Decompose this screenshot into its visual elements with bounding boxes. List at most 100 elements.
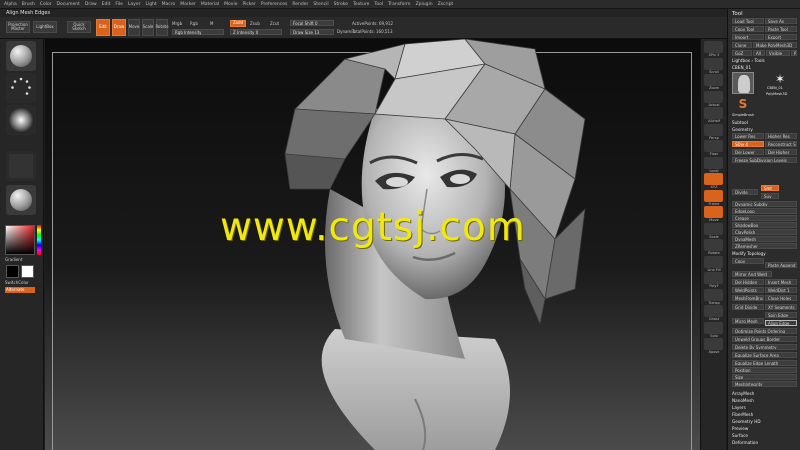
copy-button[interactable]: Copy xyxy=(732,258,764,264)
tool-thumb-bust[interactable] xyxy=(732,72,754,94)
del-higher-button[interactable]: Del Higher xyxy=(765,149,797,155)
deformation-header[interactable]: Deformation xyxy=(732,440,758,445)
menu-item-movie[interactable]: Movie xyxy=(224,2,237,7)
equalize-edge-button[interactable]: Equalize Edge Length xyxy=(732,360,797,366)
reconstruct-subdiv-button[interactable]: Reconstruct Subdiv xyxy=(765,141,797,147)
lightbox-tools-link[interactable]: Lightbox › Tools xyxy=(732,58,765,63)
del-hidden-button[interactable]: Del Hidden xyxy=(732,279,764,285)
menu-item-stroke[interactable]: Stroke xyxy=(334,2,348,7)
menu-item-edit[interactable]: Edit xyxy=(102,2,111,7)
menu-item-document[interactable]: Document xyxy=(57,2,80,7)
xy-segments-slider[interactable]: XY Segments xyxy=(765,304,797,310)
del-lower-button[interactable]: Del Lower xyxy=(732,149,764,155)
secondary-color-swatch[interactable] xyxy=(21,265,34,278)
menu-item-draw[interactable]: Draw xyxy=(85,2,97,7)
menu-item-stencil[interactable]: Stencil xyxy=(313,2,328,7)
quick-sketch-button[interactable]: Quick Sketch xyxy=(67,21,91,33)
delete-by-symmetry-button[interactable]: Delete By Symmetry xyxy=(732,344,797,350)
simplebrush-s-icon[interactable]: S xyxy=(736,97,750,111)
fibermesh-header[interactable]: FiberMesh xyxy=(732,412,753,417)
spin-edge-button[interactable]: Spin Edge xyxy=(765,312,797,318)
menu-item-macro[interactable]: Macro xyxy=(162,2,176,7)
crease-header[interactable]: Crease xyxy=(732,215,797,221)
shelf-button-line-fill[interactable] xyxy=(704,255,723,268)
menu-item-material[interactable]: Material xyxy=(201,2,219,7)
draw-size-slider[interactable]: Draw Size 13 xyxy=(290,29,334,35)
insert-mesh-button[interactable]: Insert Mesh xyxy=(765,279,797,285)
preview-header[interactable]: Preview xyxy=(732,426,748,431)
zsub-button[interactable]: Zsub xyxy=(250,21,260,26)
shelf-button-move[interactable] xyxy=(704,206,723,218)
m-toggle[interactable]: M xyxy=(210,21,213,26)
nanomesh-header[interactable]: NanoMesh xyxy=(732,398,754,403)
dynamic-subdiv-header[interactable]: Dynamic Subdiv xyxy=(732,201,797,207)
paste-append-button[interactable]: Paste Append xyxy=(765,262,797,268)
shelf-button-xyz[interactable] xyxy=(704,173,723,185)
higher-res-button[interactable]: Higher Res xyxy=(765,133,797,139)
stroke-slot[interactable] xyxy=(6,73,36,103)
position-header[interactable]: Position xyxy=(732,367,797,373)
menu-item-layer[interactable]: Layer xyxy=(128,2,141,7)
shelf-button-solo[interactable] xyxy=(704,321,723,334)
shelf-button-polyf[interactable] xyxy=(704,272,723,284)
scale-button[interactable]: Scale xyxy=(142,19,154,36)
geometry-hd-header[interactable]: Geometry HD xyxy=(732,419,761,424)
menu-item-alpha[interactable]: Alpha xyxy=(4,2,17,7)
shelf-button-scroll[interactable] xyxy=(704,57,723,70)
suv-toggle[interactable]: Suv xyxy=(761,193,779,199)
shelf-button-aahalf[interactable] xyxy=(704,107,723,119)
alpha-slot[interactable] xyxy=(6,105,36,135)
edgeloop-header[interactable]: EdgeLoop xyxy=(732,208,797,214)
size-header[interactable]: Size xyxy=(732,374,797,380)
visible-button[interactable]: Visible xyxy=(766,50,790,56)
meshintegrity-header[interactable]: MeshIntegrity xyxy=(732,381,797,387)
mirror-weld-button[interactable]: Mirror And Weld xyxy=(732,271,772,277)
polymesh-star-icon[interactable]: ✶ xyxy=(772,72,788,86)
color-picker[interactable] xyxy=(5,225,35,255)
weldpoints-button[interactable]: WeldPoints xyxy=(732,287,764,293)
menu-item-preferences[interactable]: Preferences xyxy=(261,2,287,7)
load-tool-button[interactable]: Load Tool xyxy=(732,18,764,24)
export-button[interactable]: Export xyxy=(765,34,797,40)
arraymesh-header[interactable]: ArrayMesh xyxy=(732,391,754,396)
gradient-toggle[interactable]: Gradient xyxy=(5,257,22,262)
all-button[interactable]: All xyxy=(753,50,765,56)
unweld-groups-button[interactable]: Unweld Groups Border xyxy=(732,336,797,342)
projection-master-button[interactable]: Projection Master xyxy=(6,21,30,33)
claypolish-header[interactable]: ClayPolish xyxy=(732,229,797,235)
goz-button[interactable]: GoZ xyxy=(732,50,752,56)
shelf-button-frame[interactable] xyxy=(704,189,723,202)
rgb-intensity-slider[interactable]: Rgb Intensity xyxy=(172,29,224,35)
menu-item-light[interactable]: Light xyxy=(145,2,156,7)
micro-mesh-button[interactable]: Micro Mesh xyxy=(732,318,764,324)
shelf-button-local[interactable] xyxy=(704,156,723,169)
menu-item-file[interactable]: File xyxy=(115,2,123,7)
menu-item-tool[interactable]: Tool xyxy=(374,2,383,7)
shelf-button-rotate[interactable] xyxy=(704,239,723,251)
texture-slot[interactable] xyxy=(6,151,36,181)
shelf-button-spix-3[interactable] xyxy=(704,41,723,53)
lower-res-button[interactable]: Lower Res xyxy=(732,133,764,139)
shadowbox-header[interactable]: ShadowBox xyxy=(732,222,797,228)
z-intensity-slider[interactable]: Z Intensity 0 xyxy=(230,29,282,35)
make-polymesh-button[interactable]: Make PolyMesh3D xyxy=(753,42,797,48)
switch-color-button[interactable]: SwitchColor xyxy=(5,280,29,285)
sdiv-slider[interactable]: SDiv 4 xyxy=(732,141,764,147)
align-edge-button[interactable]: Align Edge xyxy=(765,320,797,326)
zadd-button[interactable]: Zadd xyxy=(230,20,246,27)
welddist-slider[interactable]: WeldDist 1 xyxy=(765,287,797,293)
focal-shift-slider[interactable]: Focal Shift 0 xyxy=(290,20,334,26)
draw-button[interactable]: Draw xyxy=(112,19,126,36)
zcut-button[interactable]: Zcut xyxy=(270,21,279,26)
zremesher-header[interactable]: ZRemesher xyxy=(732,243,797,249)
menu-item-transform[interactable]: Transform xyxy=(388,2,410,7)
move-button[interactable]: Move xyxy=(128,19,140,36)
shelf-button-xpose[interactable] xyxy=(704,338,723,350)
hue-slider[interactable] xyxy=(37,225,41,255)
material-slot[interactable] xyxy=(6,185,36,215)
optimize-points-button[interactable]: Optimize Points Ordering xyxy=(732,328,797,334)
shelf-button-floor[interactable] xyxy=(704,140,723,152)
shelf-button-scale[interactable] xyxy=(704,222,723,235)
layers-header[interactable]: Layers xyxy=(732,405,746,410)
menu-item-zplugin[interactable]: Zplugin xyxy=(416,2,433,7)
